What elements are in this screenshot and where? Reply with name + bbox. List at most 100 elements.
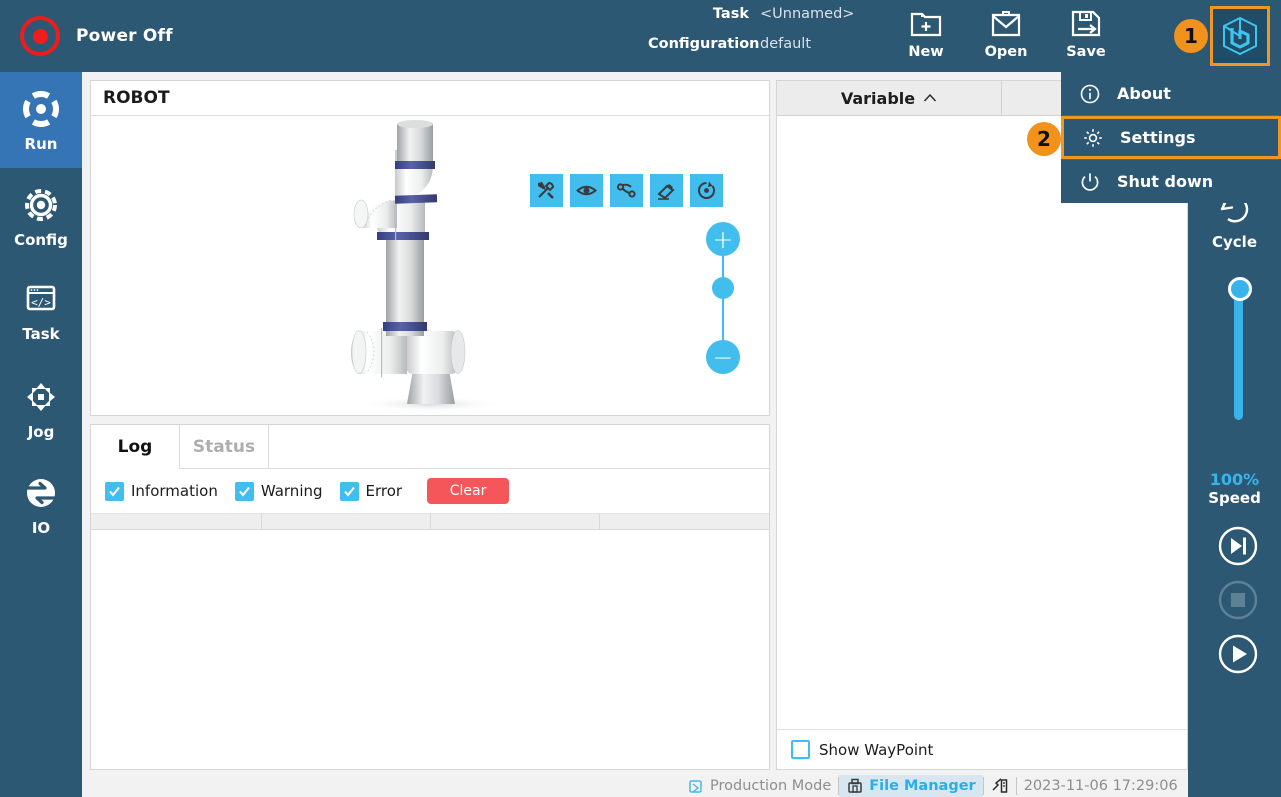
variable-column-header[interactable]: Variable: [777, 81, 1002, 115]
sidebar-item-io-label: IO: [32, 519, 50, 537]
production-mode-icon: [687, 777, 705, 795]
configuration-value: default: [760, 36, 811, 52]
task-row: Task <Unnamed>: [648, 6, 878, 36]
menu-item-settings[interactable]: Settings: [1061, 116, 1281, 159]
tools-icon[interactable]: [530, 174, 563, 207]
sidebar-item-jog-label: Jog: [28, 423, 55, 441]
eraser-icon[interactable]: [650, 174, 683, 207]
menu-item-about[interactable]: About: [1061, 72, 1281, 115]
play-button[interactable]: [1216, 632, 1260, 676]
gear-icon: [1082, 127, 1104, 149]
configuration-row: Configuration default: [648, 36, 878, 66]
speed-readout: 100% Speed: [1188, 470, 1281, 507]
sidebar-item-io[interactable]: IO: [0, 456, 82, 552]
eye-visibility-icon[interactable]: [570, 174, 603, 207]
timestamp-item: 2023-11-06 17:29:06: [1017, 775, 1185, 797]
log-column-3: [431, 514, 600, 529]
app-logo-button[interactable]: [1210, 6, 1270, 66]
power-dot: [33, 29, 48, 44]
sidebar-item-jog[interactable]: Jog: [0, 360, 82, 456]
robot-3d-viewport[interactable]: + −: [91, 116, 769, 415]
step-forward-button[interactable]: [1216, 524, 1260, 568]
move-arrows-icon: [19, 375, 63, 419]
production-mode-item[interactable]: Production Mode: [680, 775, 838, 797]
variable-column-label: Variable: [841, 89, 915, 108]
network-status-item[interactable]: [984, 775, 1016, 797]
cycle-label: Cycle: [1212, 233, 1257, 251]
save-button[interactable]: Save: [1046, 5, 1126, 67]
checkbox-show-waypoint[interactable]: [791, 740, 810, 759]
menu-item-settings-label: Settings: [1120, 128, 1196, 147]
zoom-in-button[interactable]: +: [706, 222, 740, 256]
production-mode-label: Production Mode: [710, 778, 831, 794]
power-status[interactable]: Power Off: [20, 16, 173, 56]
sidebar-item-run[interactable]: Run: [0, 72, 82, 168]
checkbox-warning-label: Warning: [261, 482, 323, 500]
file-manager-label: File Manager: [869, 778, 975, 794]
sidebar-item-task[interactable]: </> Task: [0, 264, 82, 360]
checkbox-error[interactable]: [340, 482, 359, 501]
new-button[interactable]: New: [886, 5, 966, 67]
log-column-2: [262, 514, 431, 529]
checkbox-information-label: Information: [131, 482, 218, 500]
clear-log-button[interactable]: Clear: [427, 478, 509, 504]
gear-icon: [19, 183, 63, 227]
menu-item-shutdown[interactable]: Shut down: [1061, 160, 1281, 203]
zoom-out-button[interactable]: −: [706, 340, 740, 374]
open-envelope-icon: [989, 5, 1023, 41]
viewport-toolbar: [530, 174, 723, 207]
tab-log[interactable]: Log: [91, 425, 180, 469]
open-button[interactable]: Open: [966, 5, 1046, 67]
checkbox-error-label: Error: [366, 482, 403, 500]
robot-panel: ROBOT: [90, 80, 770, 416]
svg-text:</>: </>: [31, 296, 51, 309]
cube-logo-icon: [1219, 15, 1261, 57]
callout-marker-2: 2: [1027, 122, 1061, 156]
robot-arm-model: [91, 116, 769, 415]
log-table-body[interactable]: [91, 530, 769, 768]
timestamp-label: 2023-11-06 17:29:06: [1024, 778, 1178, 794]
file-manager-icon: [846, 777, 864, 795]
checkbox-information[interactable]: [105, 482, 124, 501]
info-icon: [1079, 83, 1101, 105]
sidebar-item-task-label: Task: [22, 325, 59, 343]
status-bar: Production Mode File Manager 2023-11-06 …: [680, 775, 1185, 797]
save-button-label: Save: [1066, 44, 1106, 60]
speed-slider-knob[interactable]: [1228, 277, 1252, 301]
sidebar-item-config[interactable]: Config: [0, 168, 82, 264]
new-button-label: New: [908, 44, 943, 60]
callout-marker-1: 1: [1174, 19, 1208, 53]
page-title: ROBOT: [91, 81, 769, 116]
variable-table-body[interactable]: [777, 116, 1187, 729]
speed-slider-track[interactable]: [1234, 290, 1243, 420]
rotate-view-icon[interactable]: [690, 174, 723, 207]
task-value: <Unnamed>: [760, 6, 854, 22]
checkbox-show-waypoint-label: Show WayPoint: [819, 741, 933, 759]
file-manager-item[interactable]: File Manager: [839, 775, 982, 797]
zoom-slider-knob[interactable]: [712, 277, 734, 299]
app-header: Power Off Task <Unnamed> Configuration d…: [0, 0, 1281, 72]
configuration-label: Configuration: [648, 36, 760, 52]
task-label: Task: [648, 6, 760, 22]
waypoint-path-icon[interactable]: [610, 174, 643, 207]
speed-label: Speed: [1188, 489, 1281, 507]
app-root: Power Off Task <Unnamed> Configuration d…: [0, 0, 1281, 797]
log-filter-bar: Information Warning Error Clear: [91, 469, 769, 514]
power-status-label: Power Off: [76, 26, 173, 46]
checkbox-warning[interactable]: [235, 482, 254, 501]
speed-percent: 100%: [1188, 470, 1281, 489]
code-window-icon: </>: [19, 281, 63, 321]
stop-button[interactable]: [1216, 578, 1260, 622]
io-exchange-icon: [19, 471, 63, 515]
system-dropdown-menu: About Settings Shut down: [1061, 72, 1281, 203]
sidebar-item-config-label: Config: [14, 231, 68, 249]
tab-bar-filler: [269, 425, 769, 469]
save-disk-icon: [1069, 5, 1103, 41]
log-tab-bar: Log Status: [91, 425, 769, 469]
task-info: Task <Unnamed> Configuration default: [648, 6, 878, 66]
log-column-4: [600, 514, 769, 529]
variable-panel-footer: Show WayPoint: [777, 729, 1187, 769]
new-folder-icon: [909, 5, 943, 41]
tab-status[interactable]: Status: [180, 425, 269, 469]
log-column-1: [91, 514, 262, 529]
